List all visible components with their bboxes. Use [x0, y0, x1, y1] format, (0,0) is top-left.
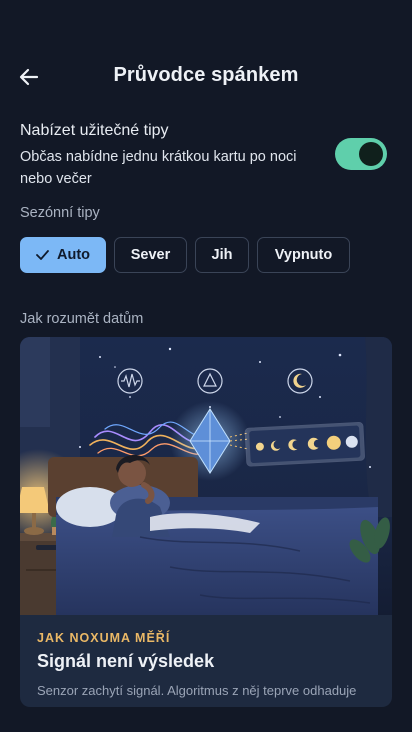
- tips-setting-row: Nabízet užitečné tipy Občas nabídne jedn…: [20, 122, 392, 190]
- page-title: Průvodce spánkem: [113, 64, 299, 86]
- tips-toggle[interactable]: [335, 138, 387, 170]
- tips-setting-description: Občas nabídne jednu krátkou kartu po noc…: [20, 149, 297, 187]
- info-card-text: Senzor zachytí signál. Algoritmus z něj …: [37, 683, 357, 698]
- chip-auto[interactable]: Auto: [20, 237, 106, 273]
- chip-label: Sever: [130, 247, 171, 263]
- info-card-body: JAK NOXUMA MĚŘÍ Signál není výsledek Sen…: [20, 615, 392, 707]
- info-card-kicker: JAK NOXUMA MĚŘÍ: [37, 631, 171, 645]
- chip-label: Auto: [56, 247, 90, 263]
- chip-label: Jih: [211, 247, 233, 263]
- data-section-label: Jak rozumět datům: [20, 311, 144, 327]
- chip-label: Vypnuto: [274, 247, 333, 263]
- chip-jih[interactable]: Jih: [195, 237, 249, 273]
- info-card-title: Signál není výsledek: [37, 651, 215, 671]
- seasonal-tips-label: Sezónní tipy: [20, 205, 100, 221]
- app-header: Průvodce spánkem: [0, 52, 412, 102]
- check-icon: [36, 250, 49, 260]
- toggle-knob: [359, 142, 383, 166]
- sleep-illustration: [20, 337, 392, 615]
- chip-vypnuto[interactable]: Vypnuto: [257, 237, 350, 273]
- tips-setting-title: Nabízet užitečné tipy: [20, 122, 169, 139]
- info-card[interactable]: JAK NOXUMA MĚŘÍ Signál není výsledek Sen…: [20, 337, 392, 707]
- chip-sever[interactable]: Sever: [114, 237, 187, 273]
